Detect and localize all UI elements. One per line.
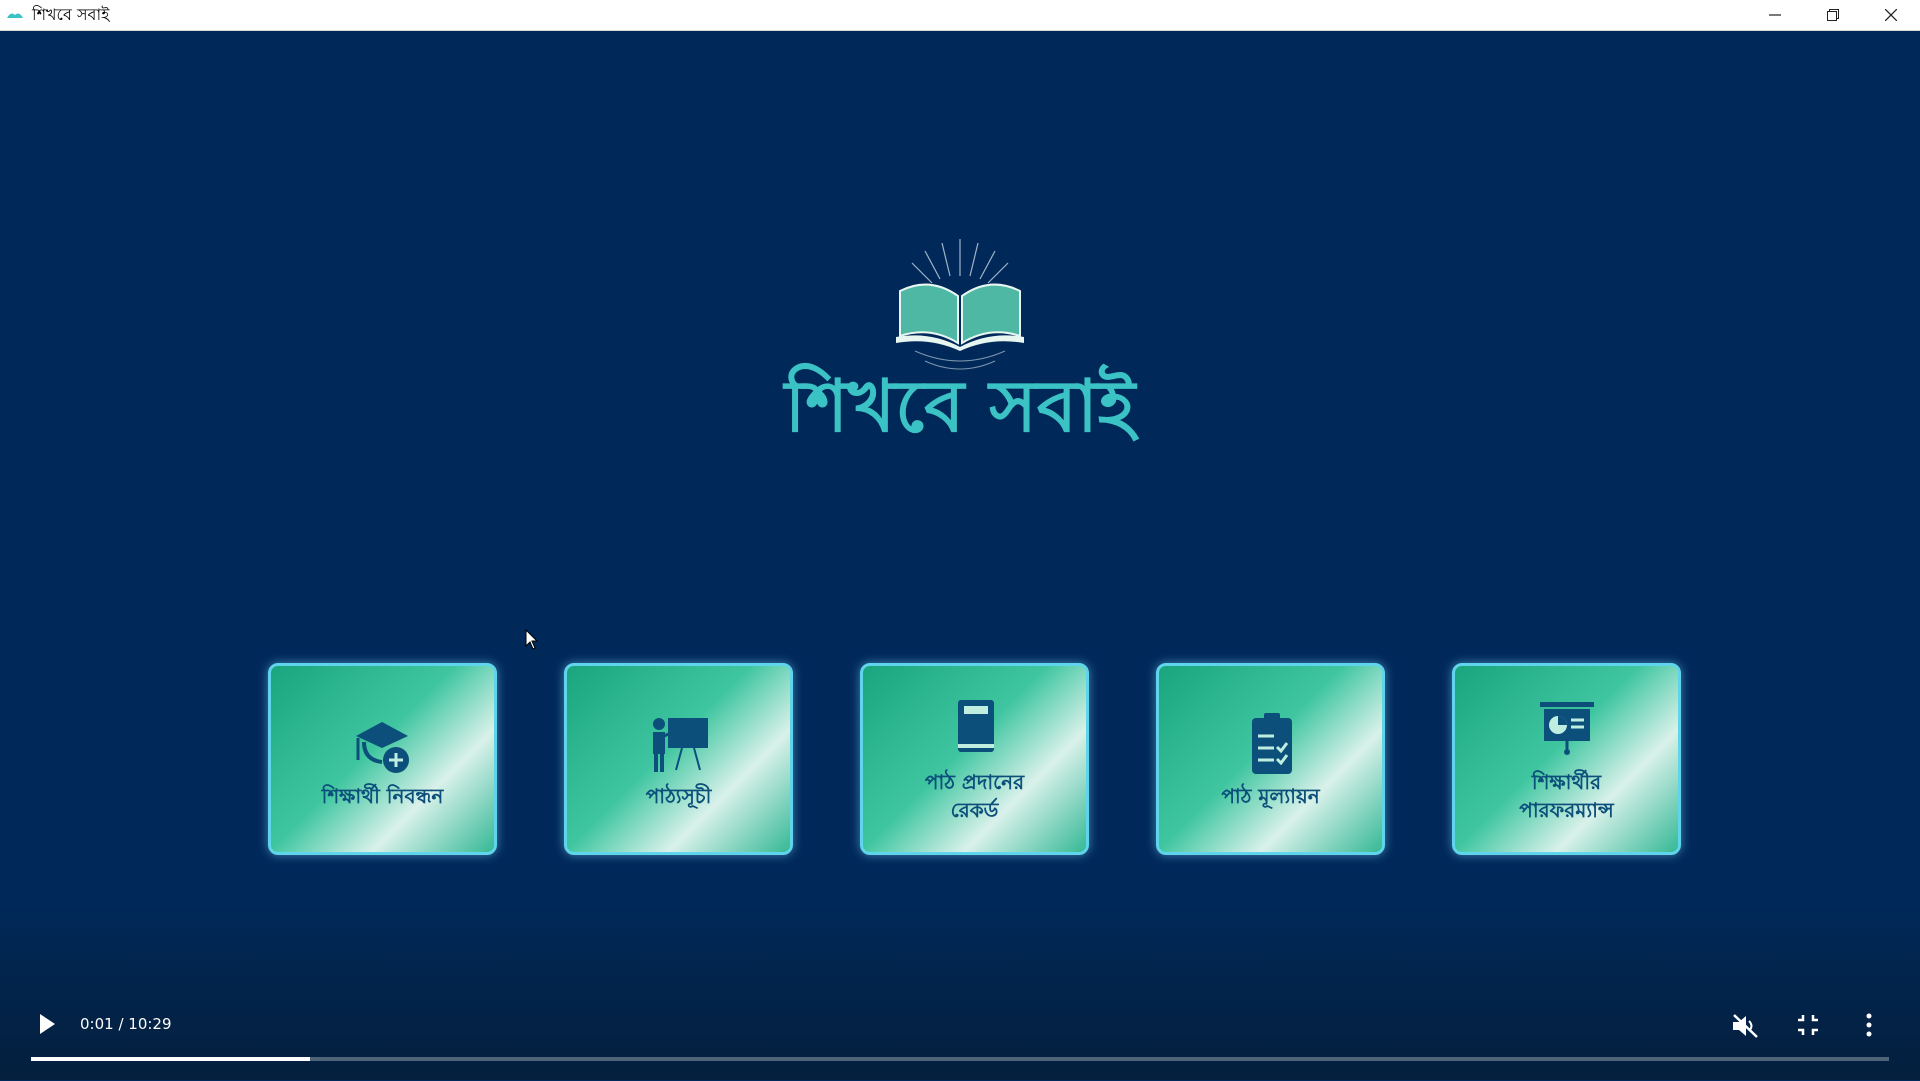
play-icon[interactable] xyxy=(38,1013,56,1035)
time-display: 0:01 / 10:29 xyxy=(80,1015,172,1033)
card-label: শিক্ষার্থীর পারফরম্যান্স xyxy=(1519,770,1614,822)
card-label: পাঠ্যসূচী xyxy=(645,784,712,808)
card-label: পাঠ প্রদানের রেকর্ড xyxy=(924,770,1025,822)
restore-icon xyxy=(1827,9,1839,21)
app-icon xyxy=(7,13,23,18)
minimize-icon xyxy=(1769,14,1781,16)
mouse-cursor-icon xyxy=(525,629,539,650)
book-icon xyxy=(957,700,994,752)
menu-cards: শিক্ষার্থী নিবন্ধন পাঠ্যসূচী পাঠ প্রদানে… xyxy=(268,663,1681,855)
minimize-button[interactable] xyxy=(1746,0,1804,30)
card-lesson-record[interactable]: পাঠ প্রদানের রেকর্ড xyxy=(860,663,1089,855)
app-logo-text: শিখবে সবাই xyxy=(784,364,1136,448)
card-label: শিক্ষার্থী নিবন্ধন xyxy=(321,784,444,808)
video-player-controls: 0:01 / 10:29 xyxy=(0,1001,1920,1081)
window-title: শিখবে সবাই xyxy=(32,4,110,24)
restore-button[interactable] xyxy=(1804,0,1862,30)
video-progress-fill xyxy=(31,1057,310,1061)
teacher-board-icon xyxy=(652,718,708,772)
checklist-icon xyxy=(1251,713,1292,774)
exit-fullscreen-icon[interactable] xyxy=(1796,1013,1820,1037)
more-icon[interactable] xyxy=(1865,1013,1873,1037)
close-icon xyxy=(1885,9,1897,21)
card-lesson-evaluation[interactable]: পাঠ মূল্যায়ন xyxy=(1156,663,1385,855)
video-progress-bar[interactable] xyxy=(31,1057,1889,1061)
mute-icon[interactable] xyxy=(1731,1013,1759,1039)
presentation-chart-icon xyxy=(1539,702,1594,755)
video-content: শিখবে সবাই শিক্ষার্থী নিবন্ধন পাঠ্যসূচী xyxy=(0,31,1920,1080)
card-student-performance[interactable]: শিক্ষার্থীর পারফরম্যান্স xyxy=(1452,663,1681,855)
student-register-icon xyxy=(355,722,409,773)
window-titlebar: শিখবে সবাই xyxy=(0,0,1920,31)
card-student-registration[interactable]: শিক্ষার্থী নিবন্ধন xyxy=(268,663,497,855)
card-label: পাঠ মূল্যায়ন xyxy=(1221,784,1320,808)
card-syllabus[interactable]: পাঠ্যসূচী xyxy=(564,663,793,855)
close-button[interactable] xyxy=(1862,0,1920,30)
